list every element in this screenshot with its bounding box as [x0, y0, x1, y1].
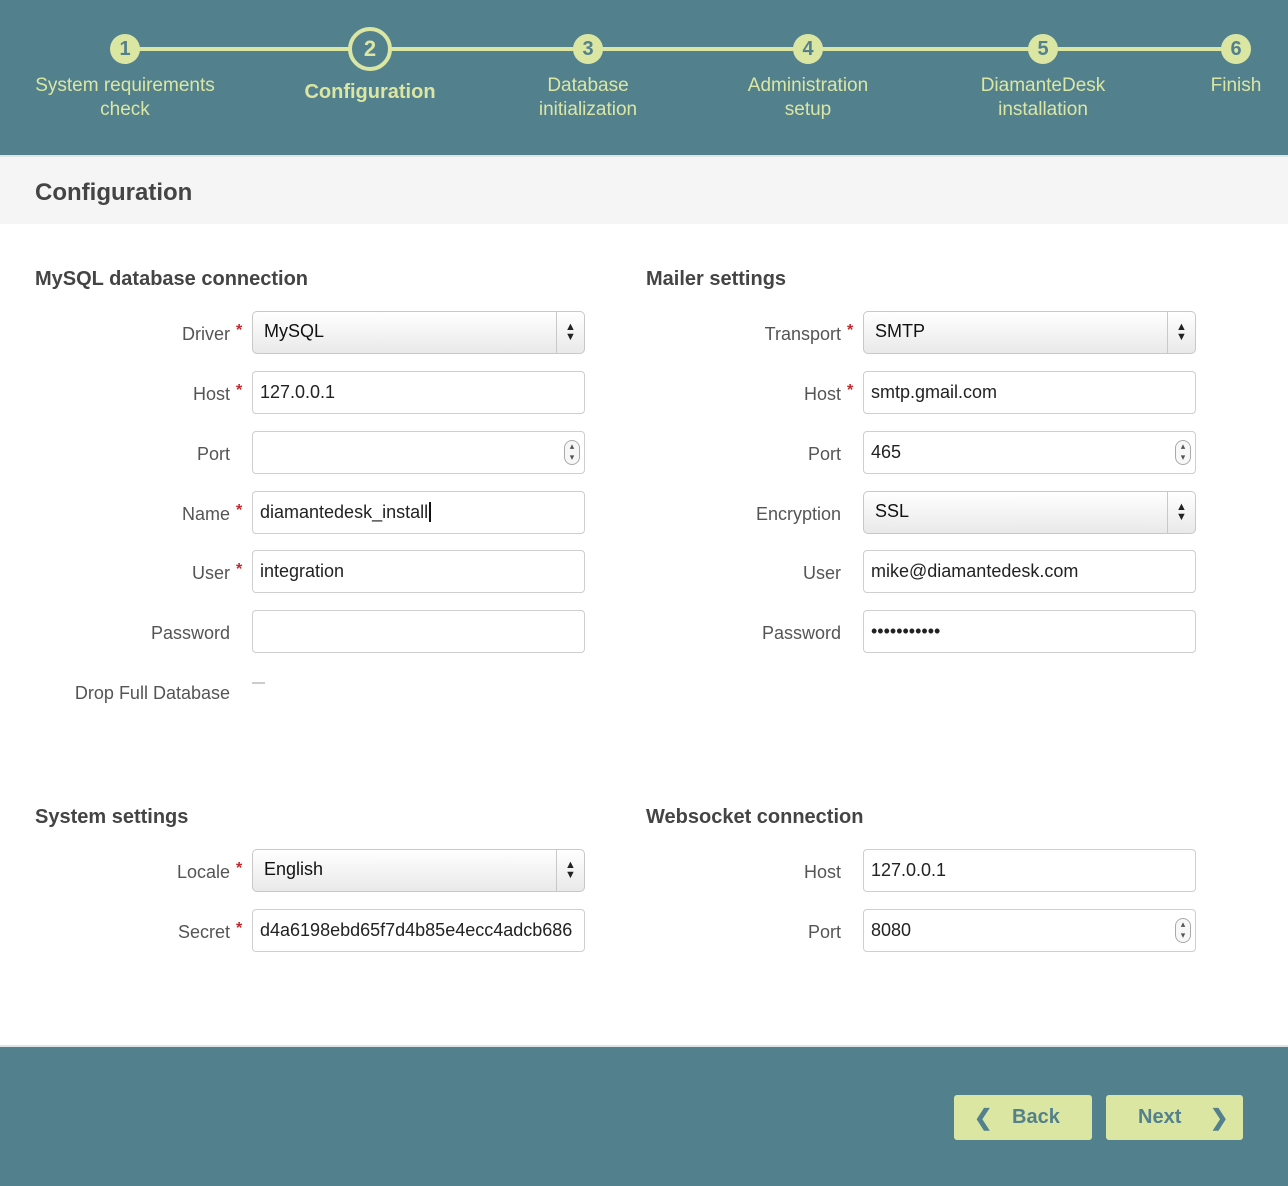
mysql-password-label: Password	[150, 623, 230, 643]
websocket-port-input[interactable]: 8080 ▴ ▾	[863, 909, 1196, 952]
mailer-host-input[interactable]: smtp.gmail.com	[863, 371, 1196, 414]
websocket-section-title: Websocket connection	[646, 806, 864, 828]
locale-select-value: English	[264, 859, 324, 879]
drop-database-checkbox[interactable]	[252, 682, 265, 684]
mailer-port-input[interactable]: 465 ▴ ▾	[863, 431, 1196, 474]
encryption-label: Encryption	[755, 504, 841, 524]
step-1-label: System requirements check	[24, 74, 226, 122]
step-4-circle: 4	[793, 34, 823, 64]
text-cursor	[429, 502, 432, 522]
mysql-password-input[interactable]	[252, 610, 585, 653]
required-mark: *	[847, 322, 854, 339]
required-mark: *	[236, 322, 243, 339]
progress-track	[125, 47, 1235, 51]
driver-select-value: MySQL	[264, 321, 325, 341]
mailer-section-title: Mailer settings	[646, 268, 787, 290]
mysql-host-label: Host	[192, 384, 230, 404]
step-5-label: DiamanteDesk installation	[968, 74, 1118, 122]
required-mark: *	[847, 382, 854, 399]
step-2-circle: 2	[348, 27, 392, 71]
mailer-host-label: Host	[803, 384, 841, 404]
secret-label: Secret	[177, 922, 230, 942]
select-arrows-icon: ▲ ▼	[556, 312, 584, 353]
driver-label: Driver	[182, 324, 230, 344]
mysql-host-input[interactable]: 127.0.0.1	[252, 371, 585, 414]
system-section-title: System settings	[35, 806, 189, 828]
required-mark: *	[236, 502, 243, 519]
secret-input[interactable]: d4a6198ebd65f7d4b85e4ecc4adcb686	[252, 909, 585, 952]
websocket-port-value: 8080	[871, 920, 912, 940]
select-arrows-icon: ▲ ▼	[1167, 312, 1195, 353]
back-button[interactable]: ❮ Back	[954, 1095, 1092, 1140]
mysql-section-title: MySQL database connection	[35, 268, 309, 290]
step-3-label-line2: initialization	[538, 99, 638, 120]
required-mark: *	[236, 561, 243, 578]
transport-select-value: SMTP	[875, 321, 926, 341]
title-bar: Configuration	[0, 155, 1288, 224]
mysql-name-label: Name	[181, 504, 230, 524]
mysql-user-input[interactable]: integration	[252, 550, 585, 593]
select-arrows-icon: ▲ ▼	[556, 850, 584, 891]
chevron-left-icon: ❮	[974, 1105, 993, 1130]
locale-select[interactable]: English ▲ ▼	[252, 849, 585, 892]
websocket-port-label: Port	[807, 922, 841, 942]
step-1-label-line1: System requirements	[35, 75, 215, 96]
wizard-footer: ❮ Back Next ❯	[0, 1045, 1288, 1186]
mysql-name-input[interactable]: diamantedesk_install	[252, 491, 585, 534]
mysql-port-input[interactable]: ▴ ▾	[252, 431, 585, 474]
step-3-circle: 3	[573, 34, 603, 64]
drop-database-label: Drop Full Database	[74, 683, 230, 703]
transport-label: Transport	[764, 324, 841, 344]
mysql-name-value: diamantedesk_install	[260, 502, 429, 522]
step-4-label: Administration setup	[733, 74, 883, 122]
step-5-label-line2: installation	[998, 99, 1088, 120]
step-6-circle: 6	[1221, 34, 1251, 64]
select-arrows-icon: ▲ ▼	[1167, 492, 1195, 533]
encryption-select-value: SSL	[875, 501, 910, 521]
chevron-right-icon: ❯	[1210, 1105, 1229, 1130]
websocket-host-input[interactable]: 127.0.0.1	[863, 849, 1196, 892]
step-3-label: Database initialization	[518, 74, 658, 122]
mysql-port-label: Port	[196, 444, 230, 464]
locale-label: Locale	[176, 862, 230, 882]
required-mark: *	[236, 920, 243, 937]
step-3-label-line1: Database	[547, 75, 629, 96]
mailer-user-label: User	[802, 563, 841, 583]
mysql-user-label: User	[191, 563, 230, 583]
step-5-circle: 5	[1028, 34, 1058, 64]
step-4-label-line1: Administration	[747, 75, 869, 96]
step-1-label-line2: check	[100, 99, 150, 120]
stepper-icon[interactable]: ▴ ▾	[564, 440, 580, 465]
back-button-label: Back	[1012, 1106, 1060, 1128]
next-button[interactable]: Next ❯	[1106, 1095, 1243, 1140]
wizard-header: 1 System requirements check 2 Configurat…	[0, 0, 1288, 155]
mailer-password-input[interactable]: •••••••••••	[863, 610, 1196, 653]
step-5-label-line1: DiamanteDesk	[980, 75, 1106, 96]
mailer-password-label: Password	[761, 623, 841, 643]
mailer-user-input[interactable]: mike@diamantedesk.com	[863, 550, 1196, 593]
encryption-select[interactable]: SSL ▲ ▼	[863, 491, 1196, 534]
stepper-icon[interactable]: ▴ ▾	[1175, 440, 1191, 465]
step-2-label: Configuration	[290, 80, 450, 104]
step-4-label-line2: setup	[784, 99, 832, 120]
required-mark: *	[236, 382, 243, 399]
stepper-icon[interactable]: ▴ ▾	[1175, 918, 1191, 943]
next-button-label: Next	[1138, 1106, 1182, 1128]
mailer-port-label: Port	[807, 444, 841, 464]
mailer-port-value: 465	[871, 442, 902, 462]
step-2-label-line1: Configuration	[304, 81, 436, 103]
step-1-circle: 1	[110, 34, 140, 64]
page-title: Configuration	[35, 179, 193, 206]
step-6-label-line1: Finish	[1210, 75, 1262, 96]
driver-select[interactable]: MySQL ▲ ▼	[252, 311, 585, 354]
websocket-host-label: Host	[803, 862, 841, 882]
step-6-label: Finish	[1196, 74, 1276, 98]
required-mark: *	[236, 860, 243, 877]
transport-select[interactable]: SMTP ▲ ▼	[863, 311, 1196, 354]
